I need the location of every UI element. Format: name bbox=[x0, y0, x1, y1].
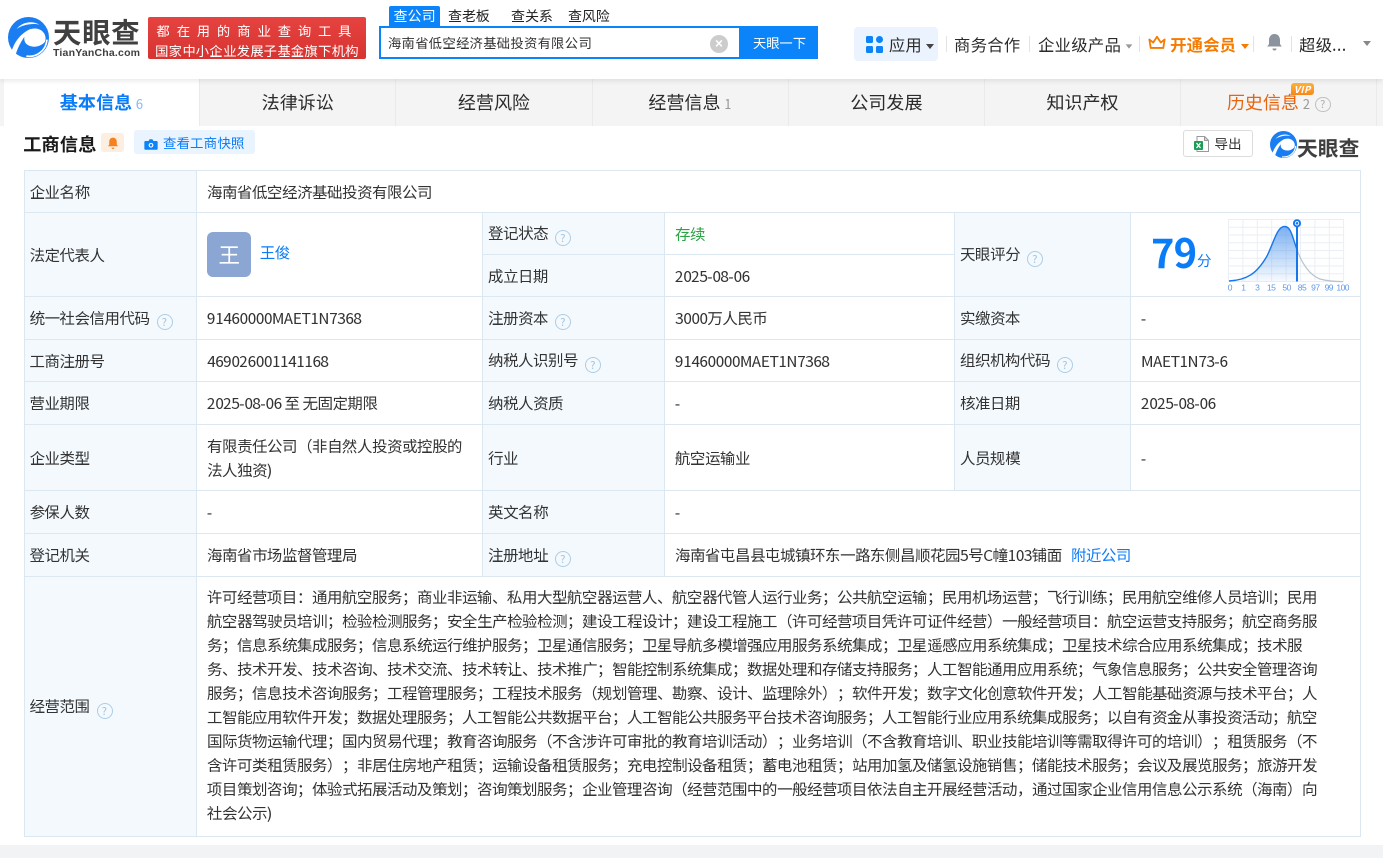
svg-text:100: 100 bbox=[1336, 282, 1349, 292]
svg-text:97: 97 bbox=[1311, 282, 1320, 292]
svg-text:50: 50 bbox=[1282, 282, 1291, 292]
svg-text:15: 15 bbox=[1267, 282, 1276, 292]
svg-text:3: 3 bbox=[1255, 282, 1260, 292]
svg-text:1: 1 bbox=[1241, 282, 1246, 292]
svg-text:85: 85 bbox=[1298, 282, 1307, 292]
svg-text:99: 99 bbox=[1325, 282, 1334, 292]
svg-text:0: 0 bbox=[1228, 282, 1233, 292]
